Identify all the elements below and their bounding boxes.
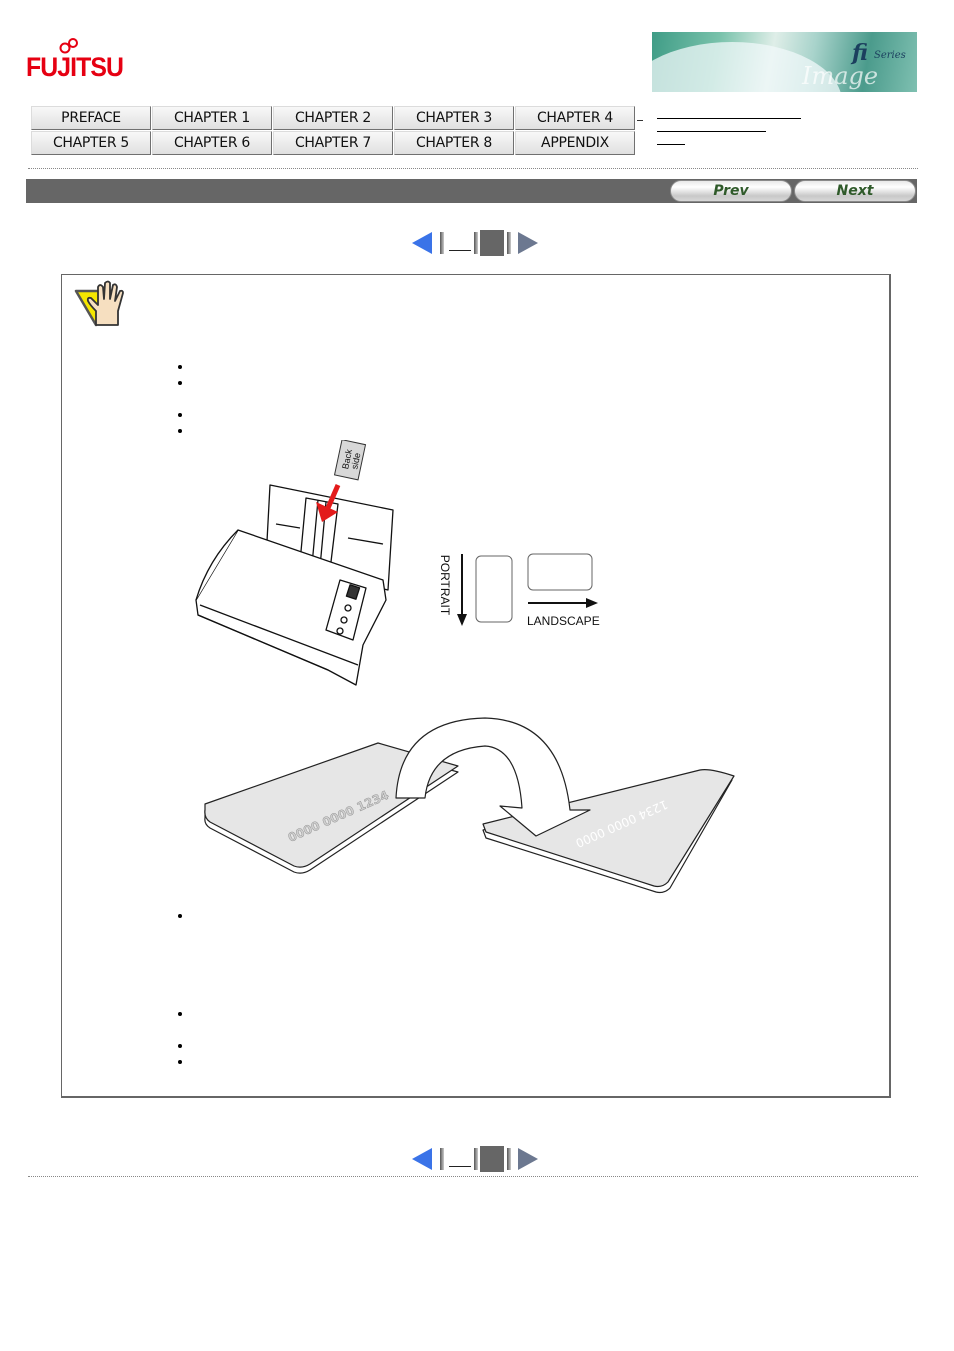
orientation-figure: PORTRAIT LANDSCAPE — [430, 548, 620, 633]
scanner-illustration: Back side — [195, 440, 394, 686]
side-link-3[interactable] — [657, 144, 685, 145]
pager-separator — [474, 1148, 478, 1170]
attention-note-box — [61, 274, 891, 1098]
bullet — [178, 1012, 182, 1016]
chapter-button-3[interactable]: CHAPTER 3 — [394, 106, 514, 130]
chapter-button-5[interactable]: CHAPTER 5 — [31, 131, 151, 155]
pager-current-page — [480, 1146, 504, 1172]
banner-series-text: Series — [874, 50, 906, 61]
side-links — [657, 118, 801, 157]
chapter-button-preface[interactable]: PREFACE — [31, 106, 151, 130]
arrow-right-icon[interactable] — [518, 1148, 538, 1170]
landscape-label: LANDSCAPE — [527, 614, 600, 628]
prev-button[interactable]: Prev — [670, 180, 792, 202]
nav-divider — [637, 120, 643, 121]
chapter-button-6[interactable]: CHAPTER 6 — [152, 131, 272, 155]
pager-separator — [440, 1148, 444, 1170]
bottom-divider — [28, 1176, 918, 1177]
pager-separator — [440, 232, 444, 254]
pager-page-link[interactable] — [449, 1166, 471, 1167]
banner-scanner-text: Image Scanner — [802, 62, 903, 92]
bullet — [178, 1044, 182, 1048]
pager-separator — [474, 232, 478, 254]
card-flip-illustration: 0000 0000 1234 1234 0000 0000 — [204, 717, 735, 894]
side-link-1[interactable] — [657, 118, 801, 119]
fujitsu-logo[interactable]: FUJITSU — [26, 38, 126, 88]
bullet — [178, 365, 182, 369]
chapter-nav-row-1: PREFACE CHAPTER 1 CHAPTER 2 CHAPTER 3 CH… — [31, 106, 637, 131]
fi-series-banner: Image Scanner fi Series — [652, 32, 917, 92]
chapter-button-4[interactable]: CHAPTER 4 — [515, 106, 635, 130]
side-link-2[interactable] — [657, 131, 766, 132]
bullet — [178, 1060, 182, 1064]
bullet — [178, 429, 182, 433]
arrow-right-icon[interactable] — [518, 232, 538, 254]
attention-hand-icon — [74, 280, 124, 327]
pager-current-page — [480, 230, 504, 256]
page-pager-bottom — [412, 1146, 542, 1172]
pager-separator — [507, 232, 511, 254]
chapter-button-appendix[interactable]: APPENDIX — [515, 131, 635, 155]
top-divider — [28, 168, 918, 169]
bullet — [178, 914, 182, 918]
bullet — [178, 381, 182, 385]
chapter-nav-row-2: CHAPTER 5 CHAPTER 6 CHAPTER 7 CHAPTER 8 … — [31, 131, 637, 156]
chapter-button-8[interactable]: CHAPTER 8 — [394, 131, 514, 155]
pager-page-link[interactable] — [449, 250, 471, 251]
page-pager-top — [412, 230, 542, 256]
chapter-button-1[interactable]: CHAPTER 1 — [152, 106, 272, 130]
banner-fi-text: fi — [852, 40, 868, 66]
chapter-button-7[interactable]: CHAPTER 7 — [273, 131, 393, 155]
pager-separator — [507, 1148, 511, 1170]
chapter-nav: PREFACE CHAPTER 1 CHAPTER 2 CHAPTER 3 CH… — [31, 106, 637, 156]
chapter-button-2[interactable]: CHAPTER 2 — [273, 106, 393, 130]
next-button[interactable]: Next — [794, 180, 916, 202]
bullet — [178, 413, 182, 417]
arrow-left-icon[interactable] — [412, 232, 432, 254]
logo-text: FUJITSU — [26, 52, 124, 82]
portrait-label: PORTRAIT — [438, 554, 452, 616]
arrow-left-icon[interactable] — [412, 1148, 432, 1170]
